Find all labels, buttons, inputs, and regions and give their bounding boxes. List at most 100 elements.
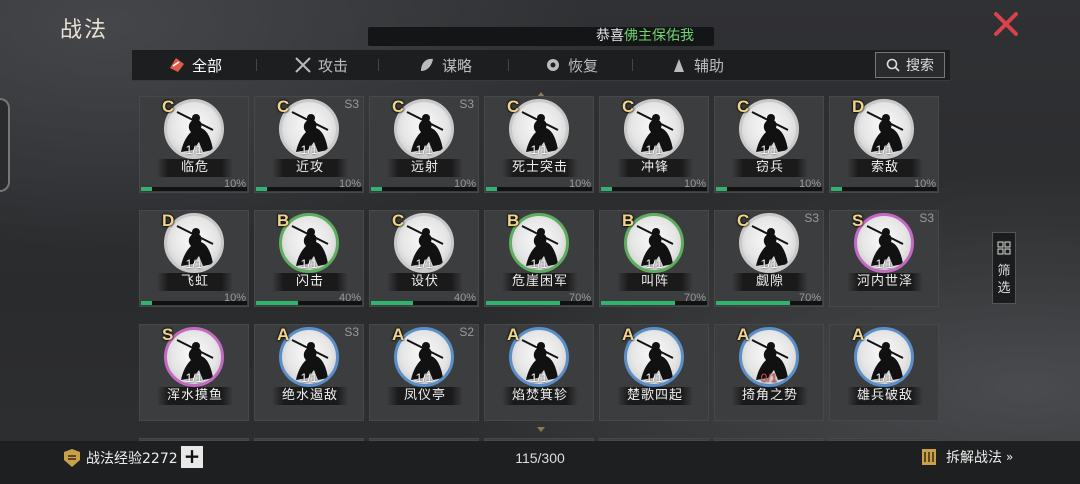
grade-label: A [507, 325, 520, 344]
category-tabs: 全部 攻击 谋略 恢复 辅助 [132, 50, 950, 81]
tactic-name: 焰焚箕轸 [502, 387, 578, 405]
tactic-name: 危崖困军 [502, 273, 578, 291]
announcement-ticker: 恭喜 佛主保佑我 [368, 27, 714, 46]
tactic-card[interactable]: C 1/1 窃兵 10% [714, 96, 824, 193]
tactic-card[interactable]: A 1/1 楚歌四起 [599, 324, 709, 421]
tactic-name: 掎角之势 [732, 387, 808, 405]
tab-support[interactable]: 辅助 [670, 50, 724, 80]
progress-bar [716, 301, 822, 305]
side-drawer-handle[interactable] [0, 98, 10, 192]
progress-fill [256, 187, 267, 191]
tactic-card[interactable]: S 1/1 浑水摸鱼 [139, 324, 249, 421]
level-label: 1/1 [645, 371, 663, 385]
tactic-card[interactable]: C 1/1 冲锋 10% [599, 96, 709, 193]
progress-bar [486, 301, 592, 305]
tactic-card[interactable]: B 1/1 叫阵 70% [599, 210, 709, 307]
level-label: 1/1 [300, 371, 318, 385]
level-label: 1/1 [645, 143, 663, 157]
level-label: 1/1 [875, 143, 893, 157]
tactic-card[interactable]: A S3 1/1 绝水遏敌 [254, 324, 364, 421]
tab-recovery[interactable]: 恢复 [544, 50, 598, 80]
grade-label: C [162, 97, 175, 116]
tactic-name: 叫阵 [617, 273, 693, 291]
tactic-card[interactable]: S S3 1/1 河内世泽 [829, 210, 939, 307]
level-label: 1/1 [760, 143, 778, 157]
progress-bar [141, 187, 247, 191]
tactic-card[interactable]: C S3 1/1 远射 10% [369, 96, 479, 193]
tactic-card[interactable]: D 1/1 索敌 10% [829, 96, 939, 193]
tactic-card[interactable]: C 1/1 临危 10% [139, 96, 249, 193]
grade-label: D [162, 211, 175, 230]
tab-attack[interactable]: 攻击 [294, 50, 348, 80]
progress-fill [256, 301, 299, 305]
tactic-card[interactable]: C S3 1/1 觑隙 70% [714, 210, 824, 307]
progress-fill [141, 301, 152, 305]
support-icon [670, 56, 688, 74]
season-label: S2 [459, 325, 474, 339]
grade-label: S [162, 325, 174, 344]
search-button[interactable]: 搜索 [875, 52, 945, 78]
tactic-name: 楚歌四起 [617, 387, 693, 405]
grade-label: C [277, 97, 290, 116]
tactic-card[interactable]: C S3 1/1 近攻 10% [254, 96, 364, 193]
tactic-card[interactable]: C 1/1 设伏 40% [369, 210, 479, 307]
progress-fill [141, 187, 152, 191]
progress-bar [486, 187, 592, 191]
swords-icon [294, 56, 312, 74]
grade-label: C [737, 97, 750, 116]
tab-divider [508, 59, 509, 71]
tab-strategy-label: 谋略 [442, 56, 473, 75]
progress-fill [371, 187, 382, 191]
tab-strategy[interactable]: 谋略 [418, 50, 472, 80]
tactic-name: 河内世泽 [847, 273, 923, 291]
split-label: 拆解战法 [946, 450, 1002, 466]
scroll-icon [922, 449, 936, 465]
tactic-name: 窃兵 [732, 159, 808, 177]
tactic-name: 凤仪亭 [387, 387, 463, 405]
tactic-name: 雄兵破敌 [847, 387, 923, 405]
tactic-name: 绝水遏敌 [272, 387, 348, 405]
grade-label: A [392, 325, 405, 344]
season-label: S3 [919, 211, 934, 225]
progress-bar [371, 187, 477, 191]
ticker-prefix: 恭喜 [596, 28, 624, 44]
close-icon[interactable] [992, 10, 1020, 38]
level-label: 1/1 [415, 257, 433, 271]
tab-divider [378, 59, 379, 71]
tactic-name: 远射 [387, 159, 463, 177]
progress-fill [371, 301, 414, 305]
grade-label: A [737, 325, 750, 344]
tactic-name: 觑隙 [732, 273, 808, 291]
grade-label: C [507, 97, 520, 116]
tactic-card[interactable]: B 1/1 闪击 40% [254, 210, 364, 307]
level-label: 1/1 [415, 143, 433, 157]
tactic-card[interactable]: B 1/1 危崖困军 70% [484, 210, 594, 307]
grade-label: A [622, 325, 635, 344]
filter-button[interactable]: 筛选 [992, 232, 1016, 304]
tactic-card[interactable]: A 1/1 焰焚箕轸 [484, 324, 594, 421]
ticker-name: 佛主保佑我 [624, 28, 694, 44]
progress-bar [716, 187, 822, 191]
grade-label: C [737, 211, 750, 230]
level-label: 1/1 [875, 371, 893, 385]
grade-label: C [392, 211, 405, 230]
tactic-card[interactable]: A 1/1 雄兵破敌 [829, 324, 939, 421]
grade-label: S [852, 211, 864, 230]
tactic-card[interactable]: A 0/1 掎角之势 [714, 324, 824, 421]
tactic-name: 临危 [157, 159, 233, 177]
tactic-card[interactable]: C 1/1 死士突击 10% [484, 96, 594, 193]
level-label: 1/1 [415, 371, 433, 385]
tactic-card[interactable]: D 1/1 飞虹 10% [139, 210, 249, 307]
filter-icon [997, 241, 1011, 255]
progress-bar [371, 301, 477, 305]
tab-recovery-label: 恢复 [568, 56, 599, 75]
tactic-card[interactable]: A S2 1/1 凤仪亭 [369, 324, 479, 421]
progress-fill [716, 301, 791, 305]
split-tactic-button[interactable]: 拆解战法 » [918, 446, 1013, 468]
page-title: 战法 [60, 18, 109, 43]
progress-fill [831, 187, 842, 191]
filter-label: 筛选 [997, 264, 1011, 296]
tab-divider [632, 59, 633, 71]
strategy-icon [418, 56, 436, 74]
tab-all[interactable]: 全部 [168, 50, 222, 80]
